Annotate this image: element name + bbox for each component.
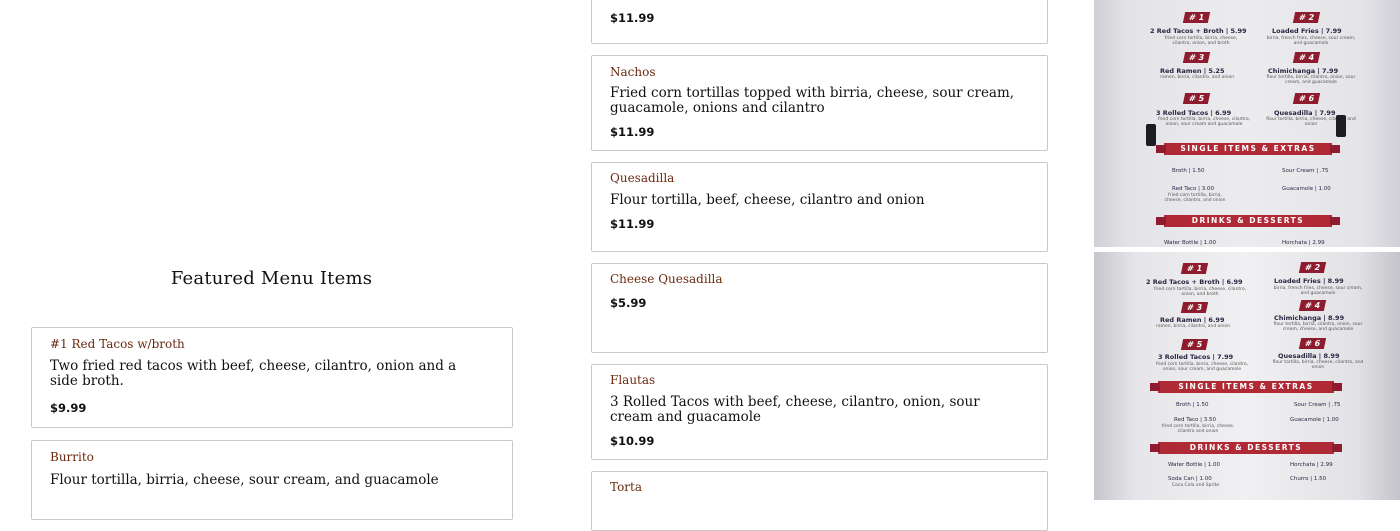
menu-photo-item-sub: flour tortilla, birria, cilantro, onion,… <box>1273 322 1363 332</box>
menu-photo-drink: Soda Can | 1.00 <box>1168 476 1212 482</box>
number-badge: # 4 <box>1292 52 1321 63</box>
menu-item-card[interactable]: $11.99 <box>591 0 1048 44</box>
menu-photo-drink: Water Bottle | 1.00 <box>1164 240 1216 246</box>
number-badge: # 5 <box>1180 339 1209 350</box>
menu-photo-extra: Sour Cream | .75 <box>1294 402 1341 408</box>
section-banner: SINGLE ITEMS & EXTRAS <box>1150 381 1342 393</box>
menu-photo-drink: Churro | 1.50 <box>1290 476 1327 482</box>
menu-item-name: Flautas <box>610 373 656 387</box>
menu-photo-item-sub: flour tortilla, birria, cilantro, onion,… <box>1266 75 1356 85</box>
menu-item-card[interactable]: Nachos Fried corn tortillas topped with … <box>591 55 1048 151</box>
menu-photo-item: Chimichanga | 7.99 <box>1268 67 1339 75</box>
menu-item-name: Burrito <box>50 450 94 464</box>
menu-item-price: $11.99 <box>610 125 655 139</box>
menu-photo-top[interactable]: # 1 # 2 2 Red Tacos + Broth | 5.99 fried… <box>1094 0 1400 247</box>
number-badge: # 6 <box>1298 338 1327 349</box>
menu-photo-extra: Red Taco | 3.00 <box>1172 186 1215 192</box>
menu-item-name: Cheese Quesadilla <box>610 272 723 286</box>
number-badge: # 6 <box>1292 93 1321 104</box>
section-banner: SINGLE ITEMS & EXTRAS <box>1156 143 1340 155</box>
binder-clip <box>1146 124 1156 146</box>
menu-photo-item: Loaded Fries | 8.99 <box>1274 277 1344 285</box>
menu-item-description: Flour tortilla, birria, cheese, sour cre… <box>50 472 439 488</box>
menu-photo-item-sub: fried corn tortilla, birria, cheese, cil… <box>1153 287 1247 297</box>
menu-photo-item: 2 Red Tacos + Broth | 5.99 <box>1150 27 1247 35</box>
menu-photo-item-sub: birria, french fries, cheese, sour cream… <box>1266 36 1356 46</box>
number-badge: # 1 <box>1180 263 1209 274</box>
menu-photo-drink-sub: Coca Cola and Sprite <box>1172 483 1220 488</box>
menu-photo-item-sub: birria, french fries, cheese, sour cream… <box>1273 286 1363 296</box>
number-badge: # 3 <box>1180 302 1209 313</box>
menu-photo-bottom[interactable]: # 1 # 2 2 Red Tacos + Broth | 6.99 fried… <box>1094 252 1400 500</box>
number-badge: # 4 <box>1298 300 1327 311</box>
menu-photo-extra-sub: fried corn tortilla, birria, cheese, cil… <box>1164 193 1226 203</box>
menu-item-name: Torta <box>610 480 643 494</box>
menu-photo-item: Quesadilla | 8.99 <box>1278 352 1340 360</box>
menu-item-description: Two fried red tacos with beef, cheese, c… <box>50 358 457 389</box>
binder-clip <box>1336 115 1346 137</box>
menu-item-name: #1 Red Tacos w/broth <box>50 337 185 351</box>
menu-photo-item-sub: flour tortilla, birria, cheese, cilantro… <box>1272 360 1364 370</box>
menu-item-name: Quesadilla <box>610 171 675 185</box>
menu-photo-extra-sub: fried corn tortilla, birria, cheese, cil… <box>1161 424 1235 434</box>
section-banner: DRINKS & DESSERTS <box>1150 442 1342 454</box>
menu-photo-item-sub: fried corn tortilla, birria, cheese, cil… <box>1164 36 1238 46</box>
menu-item-card[interactable]: Torta <box>591 471 1048 531</box>
menu-item-card[interactable]: Cheese Quesadilla $5.99 <box>591 263 1048 353</box>
menu-item-card[interactable]: #1 Red Tacos w/broth Two fried red tacos… <box>31 327 513 428</box>
number-badge: # 2 <box>1292 12 1321 23</box>
menu-photo-extra: Broth | 1.50 <box>1176 402 1209 408</box>
section-banner: DRINKS & DESSERTS <box>1156 215 1340 227</box>
menu-photo-item: Chimichanga | 8.99 <box>1274 314 1345 322</box>
menu-item-price: $10.99 <box>610 434 655 448</box>
menu-photo-item: 3 Rolled Tacos | 7.99 <box>1158 353 1234 361</box>
number-badge: # 5 <box>1182 93 1211 104</box>
number-badge: # 1 <box>1182 12 1211 23</box>
menu-photo-item-sub: ramen, birria, cilantro, and onion <box>1156 324 1231 329</box>
menu-photo-extra: Guacamole | 1.00 <box>1290 417 1339 423</box>
menu-photo-extra: Guacamole | 1.00 <box>1282 186 1331 192</box>
menu-item-card[interactable]: Flautas 3 Rolled Tacos with beef, cheese… <box>591 364 1048 460</box>
menu-item-description: Fried corn tortillas topped with birria,… <box>610 85 1015 116</box>
menu-item-price: $9.99 <box>50 401 87 415</box>
menu-photo-extra: Red Taco | 3.50 <box>1174 417 1217 423</box>
number-badge: # 2 <box>1298 262 1327 273</box>
menu-photo-drink: Horchata | 2.99 <box>1290 462 1333 468</box>
number-badge: # 3 <box>1182 52 1211 63</box>
menu-photo-extra: Broth | 1.50 <box>1172 168 1205 174</box>
menu-item-description: 3 Rolled Tacos with beef, cheese, cilant… <box>610 394 980 425</box>
menu-photo-item: Quesadilla | 7.99 <box>1274 109 1336 117</box>
menu-photo-item: Loaded Fries | 7.99 <box>1272 27 1342 35</box>
menu-item-card[interactable]: Quesadilla Flour tortilla, beef, cheese,… <box>591 162 1048 252</box>
menu-photo-drink: Horchata | 2.99 <box>1282 240 1325 246</box>
menu-item-price: $11.99 <box>610 217 655 231</box>
menu-item-card[interactable]: Burrito Flour tortilla, birria, cheese, … <box>31 440 513 520</box>
featured-menu-title: Featured Menu Items <box>170 268 373 289</box>
menu-item-price: $5.99 <box>610 296 647 310</box>
menu-item-price: $11.99 <box>610 11 655 25</box>
menu-photo-item-sub: fried corn tortilla, birria, cheese, cil… <box>1157 117 1251 127</box>
menu-item-description: Flour tortilla, beef, cheese, cilantro a… <box>610 192 925 208</box>
menu-photo-drink: Water Bottle | 1.00 <box>1168 462 1220 468</box>
menu-photo-item: Red Ramen | 5.25 <box>1160 67 1225 75</box>
menu-photo-item: 3 Rolled Tacos | 6.99 <box>1156 109 1232 117</box>
menu-photo-item: 2 Red Tacos + Broth | 6.99 <box>1146 278 1243 286</box>
menu-photo-item-sub: fried corn tortilla, birria, cheese, cil… <box>1155 362 1249 372</box>
menu-photo-item-sub: ramen, birria, cilantro, and onion <box>1160 75 1235 80</box>
menu-item-name: Nachos <box>610 65 656 79</box>
menu-photo-item: Red Ramen | 6.99 <box>1160 316 1225 324</box>
menu-photo-extra: Sour Cream | .75 <box>1282 168 1329 174</box>
